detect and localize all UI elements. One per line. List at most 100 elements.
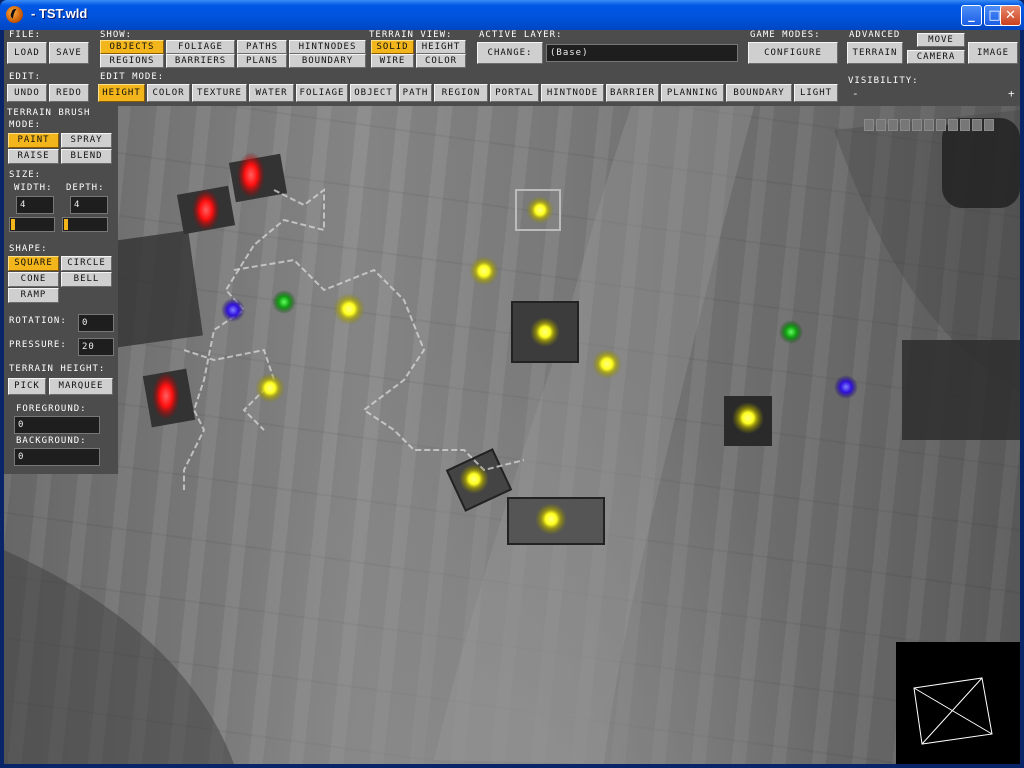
pressure-field[interactable]: 20 xyxy=(78,338,114,356)
app-icon xyxy=(6,6,23,23)
mode-blend-button[interactable]: Blend xyxy=(61,149,112,164)
edit-mode-color-button[interactable]: Color xyxy=(147,84,190,102)
shape-bell-button[interactable]: Bell xyxy=(61,272,112,287)
light-yellow[interactable] xyxy=(255,373,285,403)
visibility-cell[interactable] xyxy=(924,119,934,131)
edit-mode-boundary-button[interactable]: Boundary xyxy=(726,84,792,102)
show-boundary-button[interactable]: Boundary xyxy=(289,54,366,68)
move-button[interactable]: Move xyxy=(917,33,965,47)
show-regions-button[interactable]: Regions xyxy=(100,54,164,68)
terrain-height-button[interactable]: Height xyxy=(416,40,466,54)
show-plans-button[interactable]: Plans xyxy=(237,54,287,68)
edit-mode-foliage-button[interactable]: Foliage xyxy=(296,84,348,102)
light-blue[interactable] xyxy=(834,375,858,399)
marquee-button[interactable]: Marquee xyxy=(49,378,113,395)
visibility-cell[interactable] xyxy=(876,119,886,131)
3d-viewport[interactable]: File: Load Save Show: Objects Foliage Pa… xyxy=(4,30,1020,764)
light-blue[interactable] xyxy=(221,298,245,322)
show-hintnodes-button[interactable]: HintNodes xyxy=(289,40,366,54)
mode-raise-button[interactable]: Raise xyxy=(8,149,59,164)
edit-mode-hintnode-button[interactable]: HintNode xyxy=(541,84,604,102)
rotation-field[interactable]: 0 xyxy=(78,314,114,332)
configure-button[interactable]: Configure xyxy=(748,42,838,64)
depth-slider-thumb[interactable] xyxy=(64,219,68,230)
load-button[interactable]: Load xyxy=(7,42,47,64)
light-red[interactable] xyxy=(152,372,180,420)
active-layer-field[interactable]: (Base) xyxy=(546,44,738,62)
terrain-wire-button[interactable]: Wire xyxy=(371,54,414,68)
active-layer-label: Active Layer: xyxy=(479,30,563,40)
foreground-field[interactable]: 0 xyxy=(14,416,100,434)
light-yellow[interactable] xyxy=(469,256,499,286)
visibility-cell[interactable] xyxy=(984,119,994,131)
edit-mode-portal-button[interactable]: Portal xyxy=(490,84,539,102)
edit-mode-water-button[interactable]: Water xyxy=(249,84,294,102)
mode-spray-button[interactable]: Spray xyxy=(61,133,112,148)
light-yellow[interactable] xyxy=(333,293,365,325)
pick-button[interactable]: Pick xyxy=(8,378,46,395)
foreground-label: Foreground: xyxy=(16,404,87,414)
terrain-color-button[interactable]: Color xyxy=(416,54,466,68)
visibility-cell[interactable] xyxy=(900,119,910,131)
visibility-cell[interactable] xyxy=(972,119,982,131)
light-red[interactable] xyxy=(192,189,220,231)
light-green[interactable] xyxy=(272,290,296,314)
light-red[interactable] xyxy=(237,152,265,198)
light-green[interactable] xyxy=(779,320,803,344)
visibility-plus[interactable]: + xyxy=(1008,87,1015,100)
minimap[interactable] xyxy=(896,642,1020,764)
visibility-cell[interactable] xyxy=(936,119,946,131)
depth-field[interactable]: 4 xyxy=(70,196,108,214)
edit-mode-object-button[interactable]: Object xyxy=(350,84,397,102)
visibility-cell[interactable] xyxy=(888,119,898,131)
save-button[interactable]: Save xyxy=(49,42,89,64)
redo-button[interactable]: Redo xyxy=(49,84,89,102)
light-yellow[interactable] xyxy=(535,503,567,535)
visibility-minus[interactable]: - xyxy=(852,87,859,100)
show-barriers-button[interactable]: Barriers xyxy=(166,54,235,68)
title-bar[interactable]: - TST.wld _ □ ✕ xyxy=(0,0,1024,30)
change-layer-button[interactable]: Change: xyxy=(477,42,543,64)
edit-mode-region-button[interactable]: Region xyxy=(434,84,488,102)
show-foliage-button[interactable]: Foliage xyxy=(166,40,235,54)
editor-window: - TST.wld _ □ ✕ FILE: LOAD SAVE SHOW: OB… xyxy=(0,0,1024,768)
visibility-cell[interactable] xyxy=(912,119,922,131)
shape-circle-button[interactable]: Circle xyxy=(61,256,112,271)
minimize-button[interactable]: _ xyxy=(961,5,982,26)
show-paths-button[interactable]: Paths xyxy=(237,40,287,54)
edit-mode-texture-button[interactable]: Texture xyxy=(192,84,247,102)
terrain-solid-button[interactable]: Solid xyxy=(371,40,414,54)
edit-mode-light-button[interactable]: Light xyxy=(794,84,838,102)
light-yellow[interactable] xyxy=(459,464,489,494)
edit-mode-height-button[interactable]: Height xyxy=(98,84,145,102)
edit-mode-planning-button[interactable]: Planning xyxy=(661,84,724,102)
image-button[interactable]: Image xyxy=(968,42,1018,64)
width-label: Width: xyxy=(14,183,53,193)
width-slider[interactable] xyxy=(9,217,55,232)
visibility-cell[interactable] xyxy=(864,119,874,131)
width-slider-thumb[interactable] xyxy=(11,219,15,230)
close-button[interactable]: ✕ xyxy=(1000,5,1021,26)
camera-button[interactable]: Camera xyxy=(907,50,965,64)
shape-cone-button[interactable]: Cone xyxy=(8,272,59,287)
maximize-icon: □ xyxy=(988,8,1001,23)
shape-ramp-button[interactable]: Ramp xyxy=(8,288,59,303)
visibility-cell[interactable] xyxy=(948,119,958,131)
light-yellow[interactable] xyxy=(530,317,560,347)
edit-mode-barrier-button[interactable]: Barrier xyxy=(606,84,659,102)
edit-mode-path-button[interactable]: Path xyxy=(399,84,432,102)
visibility-cell[interactable] xyxy=(960,119,970,131)
background-label: Background: xyxy=(16,436,87,446)
depth-slider[interactable] xyxy=(62,217,108,232)
width-field[interactable]: 4 xyxy=(16,196,54,214)
terrain-button[interactable]: Terrain xyxy=(847,42,903,64)
light-yellow[interactable] xyxy=(592,349,622,379)
undo-button[interactable]: Undo xyxy=(7,84,47,102)
shape-square-button[interactable]: Square xyxy=(8,256,59,271)
show-objects-button[interactable]: Objects xyxy=(100,40,164,54)
background-field[interactable]: 0 xyxy=(14,448,100,466)
visibility-label: Visibility: xyxy=(848,76,919,86)
mode-paint-button[interactable]: Paint xyxy=(8,133,59,148)
light-yellow[interactable] xyxy=(526,196,554,224)
light-yellow[interactable] xyxy=(732,402,764,434)
